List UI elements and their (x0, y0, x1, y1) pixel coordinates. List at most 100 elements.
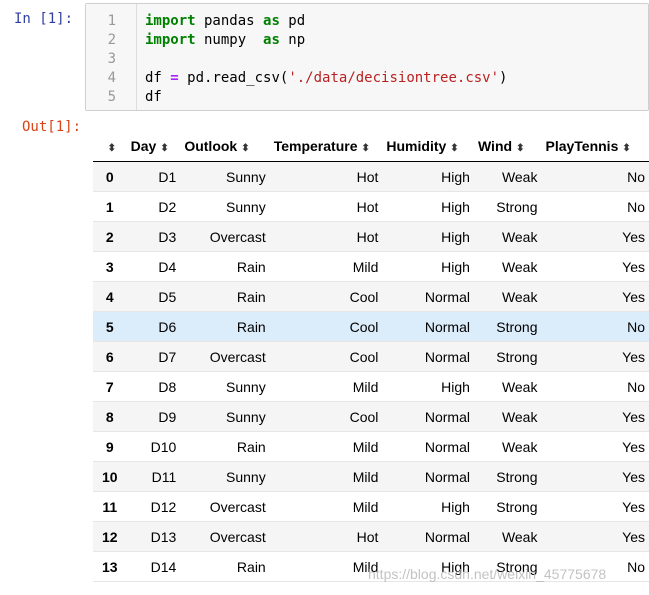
cell-outlook: Rain (180, 281, 270, 312)
cell-playtennis: Yes (541, 221, 649, 252)
row-index-cell: 0 (93, 161, 127, 192)
column-header-wind[interactable]: Wind ⬍ (473, 131, 542, 162)
cell-day: D14 (126, 551, 181, 582)
code-text: import pandas as pd (145, 12, 305, 31)
table-row[interactable]: 7 D8 Sunny Mild High Weak No (93, 371, 649, 402)
sort-icon[interactable]: ⬍ (160, 143, 168, 154)
cell-wind: Weak (473, 371, 542, 402)
cell-temperature: Hot (269, 161, 383, 192)
cell-playtennis: No (541, 371, 649, 402)
column-header-outlook[interactable]: Outlook ⬍ (180, 131, 270, 162)
cell-wind: Strong (473, 191, 542, 222)
cell-playtennis: Yes (541, 461, 649, 492)
column-header-index[interactable]: ⬍ (93, 131, 127, 162)
code-token: pd (279, 13, 306, 29)
line-number: 4 (107, 70, 116, 86)
table-row[interactable]: 11 D12 Overcast Mild High Strong Yes (93, 491, 649, 522)
row-index-cell: 10 (93, 461, 127, 492)
code-line[interactable]: 1 import pandas as pd (86, 12, 646, 31)
output-prompt: Out[1]: (22, 119, 82, 135)
cell-playtennis: Yes (541, 341, 649, 372)
cell-outlook: Sunny (180, 191, 270, 222)
cell-wind: Weak (473, 281, 542, 312)
row-index-cell: 13 (93, 551, 127, 582)
sort-icon[interactable]: ⬍ (362, 143, 370, 154)
code-line[interactable]: 5 df (86, 88, 646, 107)
cell-temperature: Hot (269, 191, 383, 222)
cell-wind: Weak (473, 161, 542, 192)
code-line[interactable]: 4 df = pd.read_csv('./data/decisiontree.c… (86, 69, 646, 88)
cell-day: D5 (126, 281, 181, 312)
column-header-humidity[interactable]: Humidity ⬍ (382, 131, 474, 162)
cell-humidity: Normal (382, 521, 474, 552)
sort-icon[interactable]: ⬍ (241, 143, 249, 154)
cell-wind: Weak (473, 221, 542, 252)
cell-temperature: Mild (269, 491, 383, 522)
cell-day: D12 (126, 491, 181, 522)
sort-icon[interactable]: ⬍ (450, 143, 458, 154)
cell-outlook: Overcast (180, 341, 270, 372)
cell-temperature: Mild (269, 251, 383, 282)
cell-outlook: Overcast (180, 221, 270, 252)
sort-icon[interactable]: ⬍ (516, 143, 524, 154)
cell-wind: Weak (473, 251, 542, 282)
cell-day: D4 (126, 251, 181, 282)
row-index-cell: 2 (93, 221, 127, 252)
column-header-day[interactable]: Day ⬍ (126, 131, 181, 162)
code-token: pandas (195, 13, 264, 29)
cell-outlook: Overcast (180, 491, 270, 522)
row-index-cell: 9 (93, 431, 127, 462)
cell-outlook: Overcast (180, 521, 270, 552)
code-cell[interactable]: 1 import pandas as pd 2 import numpy as np 3… (85, 3, 649, 111)
cell-humidity: Normal (382, 341, 474, 372)
cell-playtennis: Yes (541, 251, 649, 282)
row-index-cell: 1 (93, 191, 127, 222)
code-line[interactable]: 2 import numpy as np (86, 31, 646, 50)
table-header-row: ⬍ Day ⬍ Outlook ⬍ Temperature ⬍ Humidity ⬍ Wind ⬍ P… (93, 131, 649, 162)
column-header-temperature[interactable]: Temperature ⬍ (269, 131, 383, 162)
row-index-cell: 8 (93, 401, 127, 432)
table-row[interactable]: 1 D2 Sunny Hot High Strong No (93, 191, 649, 222)
cell-temperature: Cool (269, 341, 383, 372)
table-row[interactable]: 9 D10 Rain Mild Normal Weak Yes (93, 431, 649, 462)
table-row[interactable]: 4 D5 Rain Cool Normal Weak Yes (93, 281, 649, 312)
code-token: df (145, 89, 162, 105)
table-row[interactable]: 6 D7 Overcast Cool Normal Strong Yes (93, 341, 649, 372)
cell-outlook: Sunny (180, 371, 270, 402)
table-row[interactable]: 12 D13 Overcast Hot Normal Weak Yes (93, 521, 649, 552)
code-text: df (145, 88, 162, 107)
table-row[interactable]: 0 D1 Sunny Hot High Weak No (93, 161, 649, 192)
column-header-label: Day (130, 138, 157, 154)
table-row[interactable]: 2 D3 Overcast Hot High Weak Yes (93, 221, 649, 252)
operator-token: = (170, 70, 179, 86)
code-token: np (279, 32, 306, 48)
column-header-label: PlayTennis (545, 138, 619, 154)
cell-playtennis: Yes (541, 491, 649, 522)
cell-humidity: High (382, 251, 474, 282)
input-prompt: In [1]: (14, 11, 74, 27)
row-index-cell: 7 (93, 371, 127, 402)
cell-temperature: Cool (269, 311, 383, 342)
code-token: pd.read_csv( (178, 70, 289, 86)
column-header-playtennis[interactable]: PlayTennis ⬍ (541, 131, 649, 162)
sort-icon[interactable]: ⬍ (108, 143, 116, 154)
cell-temperature: Cool (269, 281, 383, 312)
cell-outlook: Sunny (180, 461, 270, 492)
row-index-cell: 4 (93, 281, 127, 312)
cell-wind: Strong (473, 491, 542, 522)
cell-temperature: Mild (269, 431, 383, 462)
cell-humidity: High (382, 161, 474, 192)
cell-day: D2 (126, 191, 181, 222)
cell-day: D13 (126, 521, 181, 552)
code-line[interactable]: 3 (86, 50, 646, 69)
keyword-token: as (263, 13, 280, 29)
cell-wind: Strong (473, 461, 542, 492)
table-row[interactable]: 5 D6 Rain Cool Normal Strong No (93, 311, 649, 342)
code-text: df = pd.read_csv('./data/decisiontree.cs… (145, 69, 507, 88)
cell-playtennis: Yes (541, 281, 649, 312)
sort-icon[interactable]: ⬍ (622, 143, 630, 154)
cell-outlook: Rain (180, 311, 270, 342)
table-row[interactable]: 10 D11 Sunny Mild Normal Strong Yes (93, 461, 649, 492)
table-row[interactable]: 8 D9 Sunny Cool Normal Weak Yes (93, 401, 649, 432)
table-row[interactable]: 3 D4 Rain Mild High Weak Yes (93, 251, 649, 282)
